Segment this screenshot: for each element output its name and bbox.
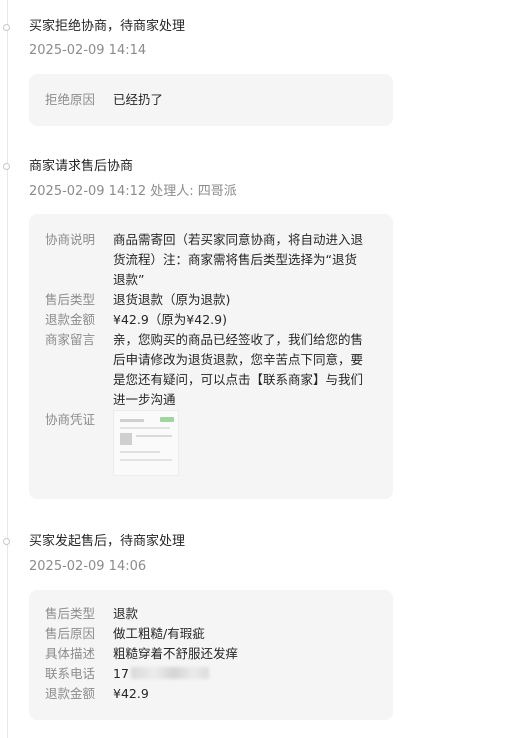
detail-value: 退货退款（原为退款) [113, 292, 231, 307]
timeline-dot [3, 24, 10, 31]
detail-label: 售后类型 [45, 292, 96, 307]
event-detail-card: 售后类型 退款 售后原因 做工粗糙/有瑕疵 具体描述 粗糙穿着不舒服还发痒 联系… [29, 590, 393, 720]
detail-row: 协商说明 商品需寄回（若买家同意协商，将自动进入退货流程）注：商家需将售后类型选… [45, 230, 385, 290]
detail-row: 售后类型 退款 [45, 604, 385, 624]
detail-row: 联系电话 17 [45, 664, 385, 684]
timeline-dot [3, 163, 10, 170]
detail-value: 商品需寄回（若买家同意协商，将自动进入退货流程）注：商家需将售后类型选择为“退货… [113, 232, 364, 287]
detail-row: 协商凭证 [45, 410, 385, 480]
detail-label: 商家留言 [45, 332, 96, 347]
detail-value: 退款 [113, 606, 139, 621]
detail-label: 具体描述 [45, 646, 96, 661]
detail-row: 拒绝原因 已经扔了 [45, 90, 385, 110]
event-time: 2025-02-09 14:14 [29, 43, 147, 58]
event-time: 2025-02-09 14:12 处理人: 四哥派 [29, 184, 237, 199]
detail-value: 亲，您购买的商品已经签收了，我们给您的售后申请修改为退货退款，您辛苦点下同意，要… [113, 332, 364, 407]
phone-visible-digits: 17 [113, 666, 129, 681]
detail-label: 售后类型 [45, 606, 96, 621]
masked-phone-blur [130, 667, 209, 679]
detail-label: 售后原因 [45, 626, 96, 641]
detail-row: 售后类型 退货退款（原为退款) [45, 290, 385, 310]
detail-value: ¥42.9（原为¥42.9) [113, 312, 227, 327]
event-title: 商家请求售后协商 [29, 159, 134, 174]
detail-label: 联系电话 [45, 666, 96, 681]
detail-row: 退款金额 ¥42.9 [45, 684, 385, 704]
detail-value: ¥42.9 [113, 686, 149, 701]
event-title: 买家拒绝协商，待商家处理 [29, 19, 186, 34]
detail-label: 退款金额 [45, 312, 96, 327]
detail-row: 商家留言 亲，您购买的商品已经签收了，我们给您的售后申请修改为退货退款，您辛苦点… [45, 330, 385, 410]
event-detail-card: 拒绝原因 已经扔了 [29, 74, 393, 126]
detail-label: 协商说明 [45, 232, 96, 247]
detail-value: 做工粗糙/有瑕疵 [113, 626, 205, 641]
detail-label: 退款金额 [45, 686, 96, 701]
event-time: 2025-02-09 14:06 [29, 559, 147, 574]
event-detail-card: 协商说明 商品需寄回（若买家同意协商，将自动进入退货流程）注：商家需将售后类型选… [29, 214, 393, 499]
detail-row: 具体描述 粗糙穿着不舒服还发痒 [45, 644, 385, 664]
phone-value: 17 [113, 664, 369, 684]
evidence-image-thumbnail[interactable] [113, 410, 179, 476]
detail-value: 已经扔了 [113, 92, 164, 107]
detail-label: 拒绝原因 [45, 92, 96, 107]
event-title: 买家发起售后，待商家处理 [29, 534, 186, 549]
detail-row: 售后原因 做工粗糙/有瑕疵 [45, 624, 385, 644]
detail-label: 协商凭证 [45, 412, 96, 427]
timeline-line [7, 0, 8, 738]
detail-row: 退款金额 ¥42.9（原为¥42.9) [45, 310, 385, 330]
timeline-dot [3, 538, 10, 545]
detail-value: 粗糙穿着不舒服还发痒 [113, 646, 239, 661]
